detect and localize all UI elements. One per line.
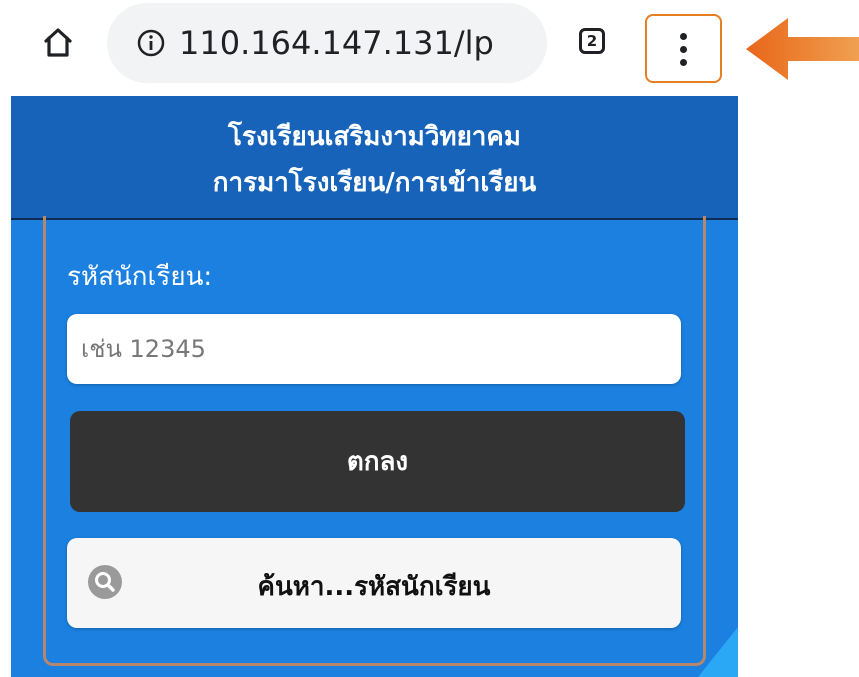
submit-button[interactable]: ตกลง	[70, 411, 685, 512]
home-icon[interactable]	[40, 24, 76, 60]
info-icon[interactable]	[137, 29, 165, 57]
student-id-input[interactable]	[67, 314, 681, 384]
page-subtitle: การมาโรงเรียน/การเข้าเรียน	[212, 168, 537, 198]
school-name: โรงเรียนเสริมงามวิทยาคม	[228, 122, 521, 152]
kebab-menu-dot	[680, 59, 687, 66]
tab-switcher-button[interactable]: 2	[579, 28, 605, 54]
kebab-menu-icon	[680, 33, 687, 40]
kebab-menu-dot	[680, 46, 687, 53]
url-text[interactable]: 110.164.147.131/lp	[179, 21, 494, 65]
kebab-menu-button[interactable]	[645, 14, 722, 83]
tab-count: 2	[586, 32, 598, 50]
web-page: โรงเรียนเสริมงามวิทยาคม การมาโรงเรียน/กา…	[11, 96, 738, 677]
arrow-icon	[746, 18, 859, 80]
corner-decoration	[698, 627, 738, 677]
page-header: โรงเรียนเสริมงามวิทยาคม การมาโรงเรียน/กา…	[11, 96, 738, 220]
address-bar[interactable]: 110.164.147.131/lp	[107, 3, 547, 83]
browser-toolbar: 110.164.147.131/lp 2	[0, 0, 859, 96]
submit-button-label: ตกลง	[346, 447, 409, 477]
search-student-id-button[interactable]: ค้นหา...รหัสนักเรียน	[67, 538, 681, 628]
student-id-label: รหัสนักเรียน:	[67, 262, 213, 292]
search-button-label: ค้นหา...รหัสนักเรียน	[257, 572, 491, 602]
